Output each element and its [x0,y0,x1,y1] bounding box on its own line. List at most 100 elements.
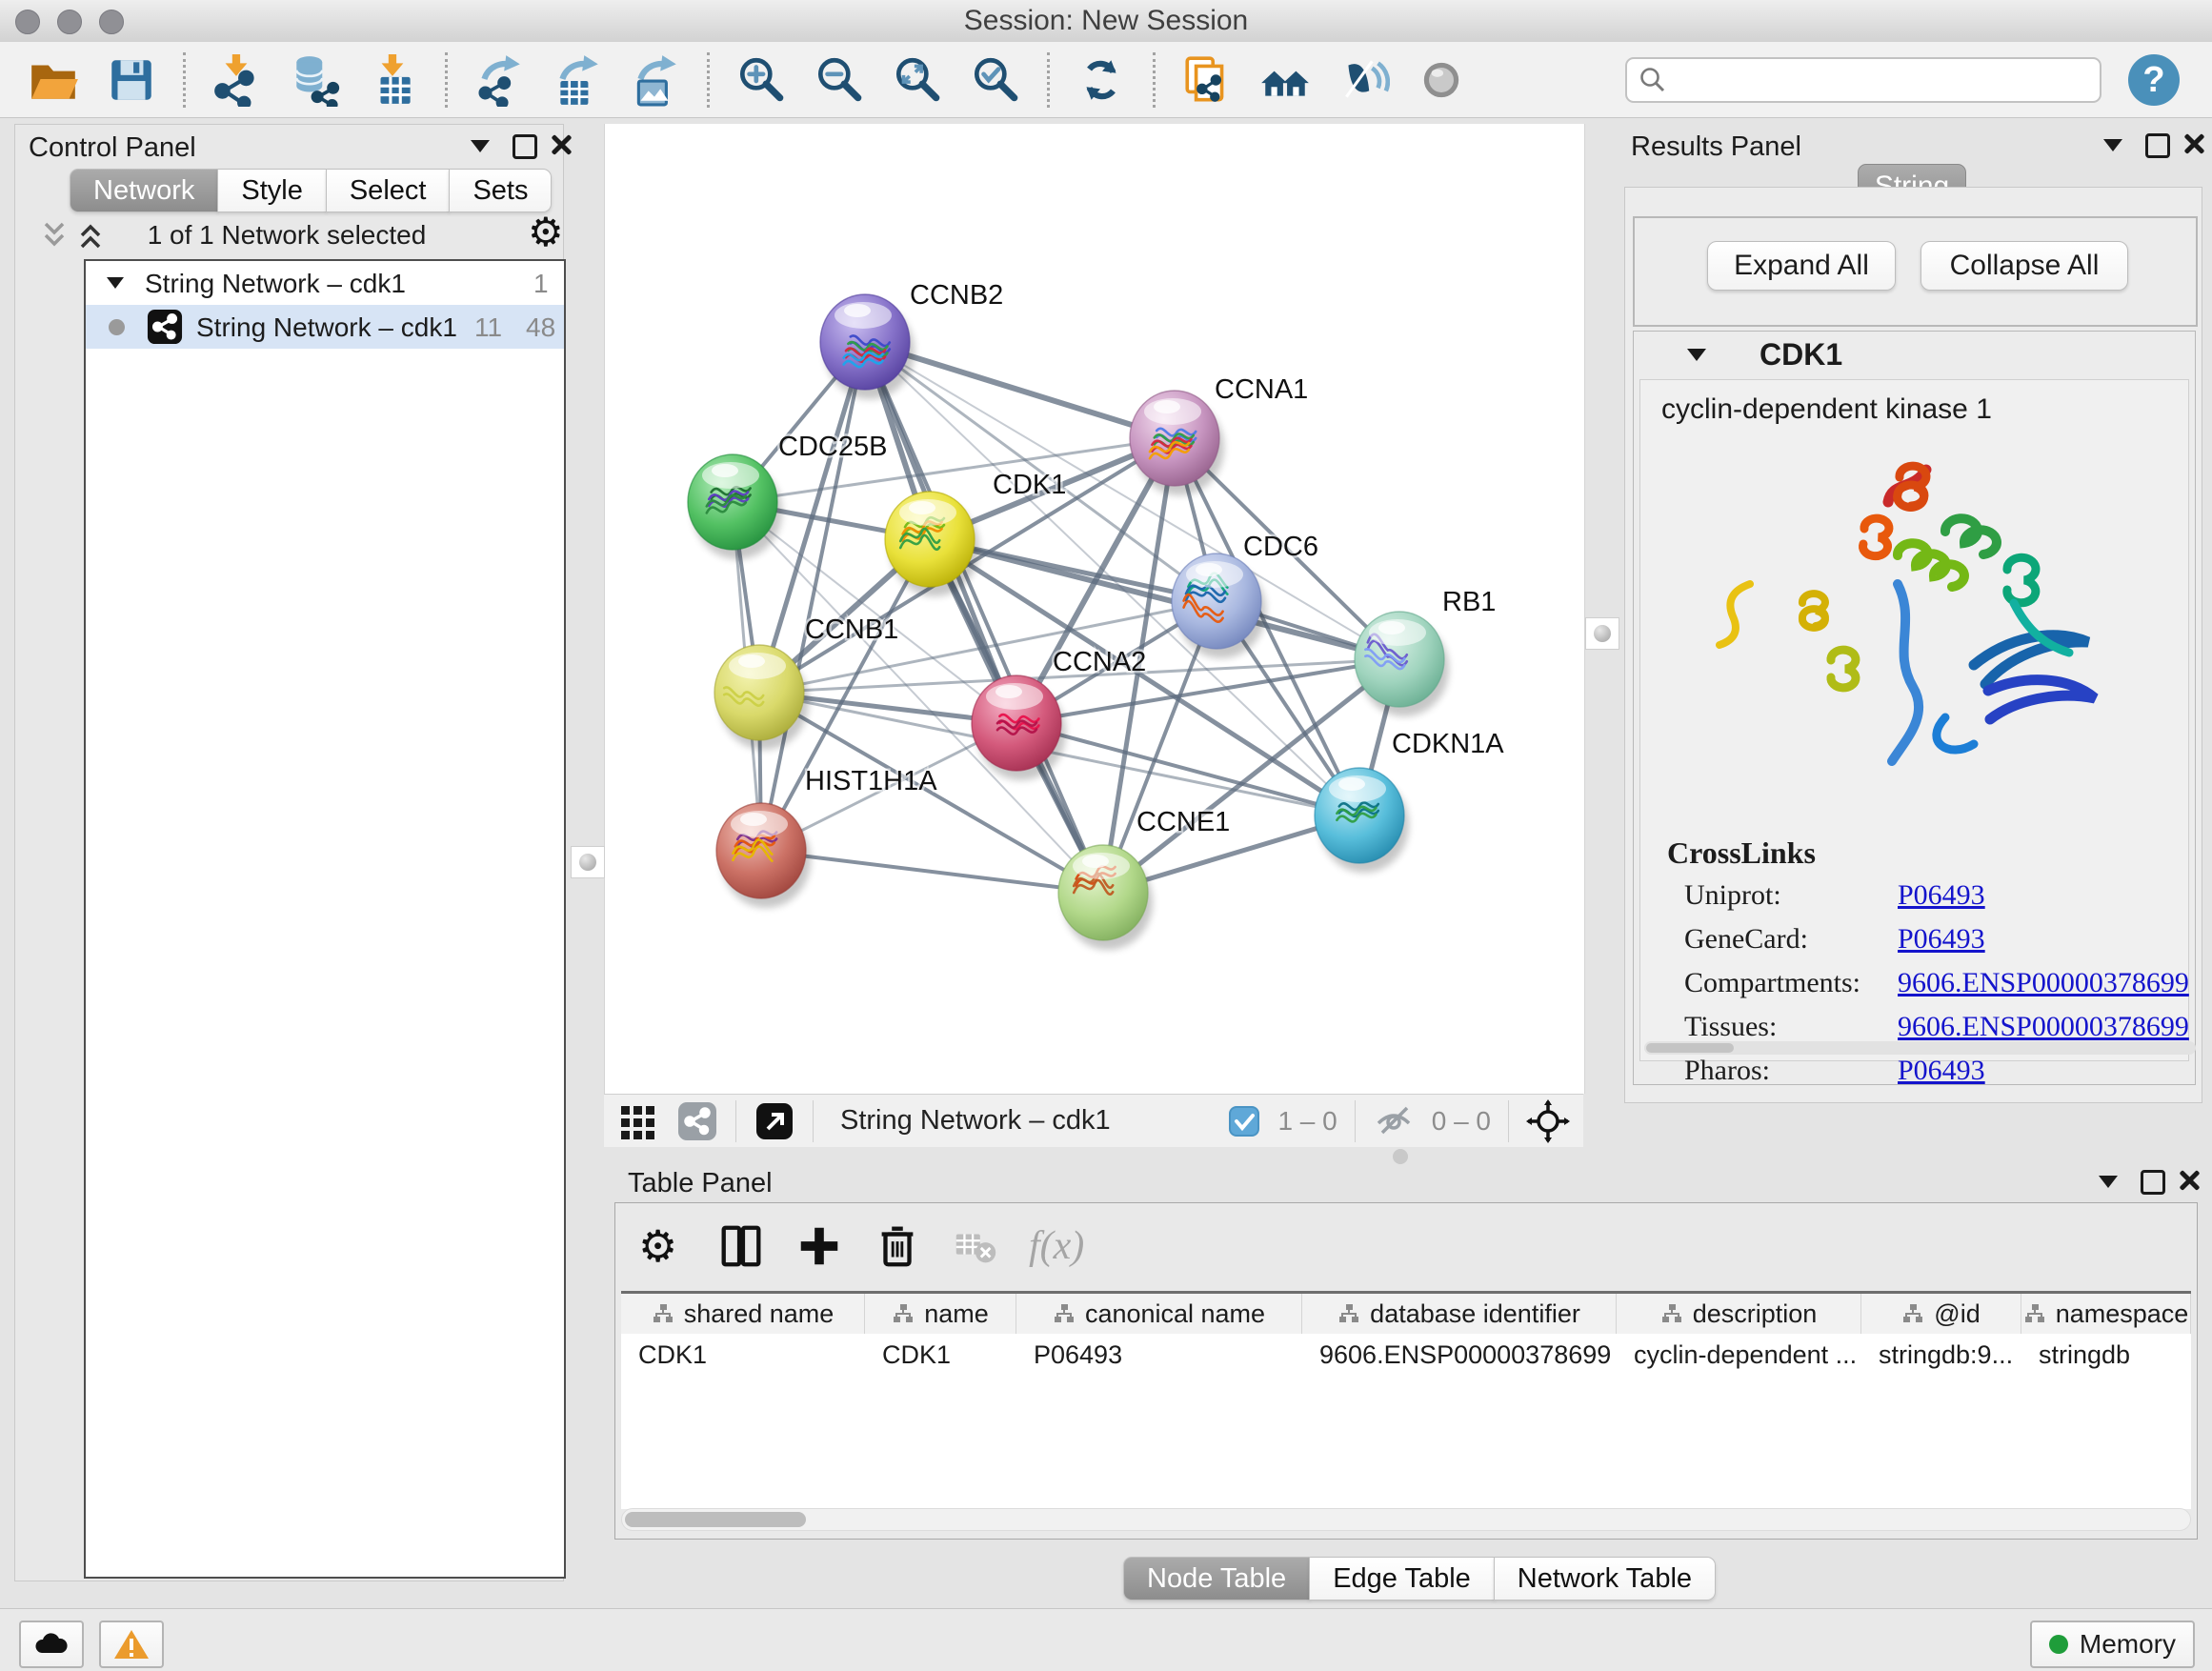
expand-all-icon[interactable] [74,220,112,252]
zoom-selected-button[interactable] [969,53,1022,107]
node-label-CCNA1: CCNA1 [1215,374,1308,405]
delete-table-icon[interactable] [951,1221,1000,1271]
titlebar: Session: New Session [0,0,2212,43]
tab-select[interactable]: Select [326,169,451,212]
open-session-button[interactable] [27,53,80,107]
column-header-shared-name[interactable]: shared name [621,1294,865,1334]
column-header-namespace[interactable]: namespace [2021,1294,2191,1334]
export-image-button[interactable] [629,53,682,107]
tab-style[interactable]: Style [217,169,326,212]
show-columns-icon[interactable] [716,1221,766,1271]
collection-expander-icon[interactable] [107,277,124,289]
delete-column-icon[interactable] [873,1221,922,1271]
fit-selected-crosshair-icon[interactable] [1526,1099,1570,1143]
table-row[interactable]: CDK1CDK1P064939606.ENSP00000378699cyclin… [621,1334,2191,1376]
network-view-toolbar: String Network – cdk1 1 – 0 0 – 0 [604,1094,1583,1147]
network-row[interactable]: String Network – cdk1 11 48 [86,305,564,349]
gene-name: CDK1 [1760,337,1842,372]
collapse-all-icon[interactable] [38,220,76,252]
control-panel-close-icon[interactable] [549,132,573,157]
network-node-HIST1H1A[interactable] [716,803,811,908]
table-panel-close-icon[interactable] [2177,1168,2202,1193]
table-settings-gear-icon[interactable]: ⚙ [638,1221,688,1271]
column-header-name[interactable]: name [865,1294,1016,1334]
search-input[interactable] [1625,57,2101,103]
tab-network[interactable]: Network [70,169,218,212]
hidden-eye-icon[interactable] [1373,1100,1415,1142]
column-header-database-identifier[interactable]: database identifier [1302,1294,1617,1334]
export-table-button[interactable] [551,53,604,107]
table-panel-float-icon[interactable] [2141,1170,2165,1195]
tab-sets[interactable]: Sets [449,169,552,212]
network-options-gear-icon[interactable]: ⚙ [528,212,564,252]
network-collection-row[interactable]: String Network – cdk1 1 [86,261,564,305]
network-node-CDC6[interactable] [1172,554,1266,658]
results-scrollbar-thumb[interactable] [1646,1043,1734,1053]
control-panel-menu-icon[interactable] [471,140,490,152]
memory-button[interactable]: Memory [2030,1621,2195,1668]
function-builder-icon[interactable]: f(x) [1029,1223,1084,1269]
crosslink-link[interactable]: P06493 [1898,923,1985,956]
zoom-out-button[interactable] [813,53,866,107]
export-network-button[interactable] [473,53,526,107]
add-column-icon[interactable] [794,1221,844,1271]
results-panel-float-icon[interactable] [2145,133,2170,158]
network-node-CCNA2[interactable] [972,675,1066,780]
table-panel-menu-icon[interactable] [2099,1176,2118,1188]
import-network-database-button[interactable] [289,53,342,107]
crosslink-link[interactable]: 9606.ENSP00000378699 [1898,967,2189,999]
grid-view-icon[interactable] [617,1100,659,1142]
table-hscrollbar-thumb[interactable] [625,1512,806,1527]
app-window: Session: New Session [0,0,2212,1671]
tab-node-table[interactable]: Node Table [1123,1557,1310,1601]
save-session-button[interactable] [105,53,158,107]
crosslink-link[interactable]: 9606.ENSP00000378699 [1898,1011,2189,1043]
results-panel-close-icon[interactable] [2182,131,2206,156]
network-node-RB1[interactable] [1355,612,1449,716]
expand-all-button[interactable]: Expand All [1707,241,1896,291]
table-panel-tabs: Node TableEdge TableNetwork Table [1124,1557,1716,1601]
network-node-CDK1[interactable] [885,492,979,596]
crosslink-link[interactable]: P06493 [1898,879,1985,912]
network-node-CCNA1[interactable] [1130,391,1224,495]
network-node-CCNE1[interactable] [1058,845,1153,950]
zoom-fit-button[interactable] [891,53,944,107]
collapse-all-button[interactable]: Collapse All [1920,241,2128,291]
open-in-window-icon[interactable] [754,1100,795,1142]
column-header-description[interactable]: description [1617,1294,1861,1334]
gene-section-header[interactable]: CDK1 [1634,332,2195,377]
tab-edge-table[interactable]: Edge Table [1309,1557,1495,1601]
table-toolbar: ⚙ f(x) [615,1203,2197,1289]
control-panel-float-icon[interactable] [513,134,537,159]
crosslinks-title: CrossLinks [1667,836,1816,871]
import-table-file-button[interactable] [367,53,420,107]
gray-eye-icon[interactable] [1415,53,1468,107]
share-network-icon[interactable] [676,1100,718,1142]
zoom-in-button[interactable] [734,53,788,107]
import-network-file-button[interactable] [211,53,264,107]
help-button[interactable]: ? [2128,54,2180,106]
gene-expander-icon[interactable] [1687,349,1706,361]
cloud-button[interactable] [19,1621,84,1668]
panel-divider-handle[interactable] [1585,617,1619,650]
network-node-CDKN1A[interactable] [1315,768,1409,873]
network-canvas[interactable]: CCNB2CCNA1CDC25BCDK1CDC6RB1CCNB1CCNA2CDK… [604,124,1585,1094]
toolbar-separator [183,52,186,108]
crosslink-link[interactable]: P06493 [1898,1055,1985,1087]
warning-icon [112,1628,151,1661]
tab-network-table[interactable]: Network Table [1494,1557,1716,1601]
warnings-button[interactable] [99,1621,164,1668]
network-node-CDC25B[interactable] [688,454,782,559]
column-header-canonical-name[interactable]: canonical name [1016,1294,1302,1334]
string-hide-glasses-icon[interactable] [1337,53,1390,107]
main-toolbar: ? [0,42,2212,118]
refresh-button[interactable] [1075,53,1128,107]
column-header-id[interactable]: @id [1861,1294,2021,1334]
network-node-CCNB2[interactable] [820,294,915,399]
results-panel-menu-icon[interactable] [2103,139,2122,151]
panel-divider-handle[interactable] [571,846,605,878]
gene-section-body: cyclin-dependent kinase 1 [1639,379,2189,1061]
string-import-button[interactable] [1180,53,1234,107]
selected-checkbox[interactable] [1228,1105,1260,1137]
string-home-icon[interactable] [1258,53,1312,107]
